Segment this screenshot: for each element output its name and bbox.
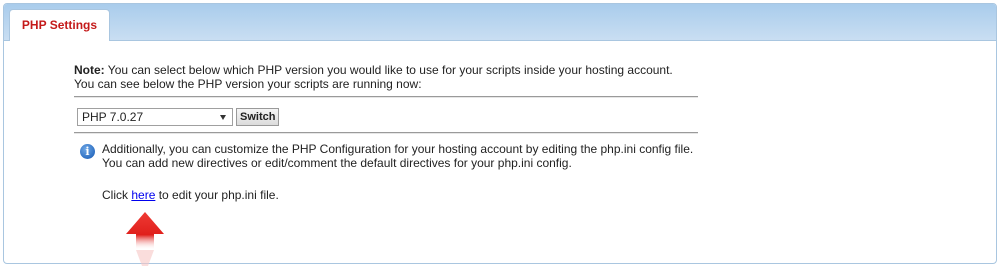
chevron-down-icon xyxy=(220,115,226,120)
info-line-1: Additionally, you can customize the PHP … xyxy=(102,142,694,156)
php-version-selected: PHP 7.0.27 xyxy=(82,110,144,124)
note-text: Note: You can select below which PHP ver… xyxy=(74,63,698,77)
note-label: Note: xyxy=(74,63,105,77)
info-message: i Additionally, you can customize the PH… xyxy=(74,142,698,202)
red-arrow-up-icon xyxy=(126,212,164,266)
tab-php-settings[interactable]: PHP Settings xyxy=(9,9,110,41)
edit-php-ini-link[interactable]: here xyxy=(131,188,155,202)
switch-button[interactable]: Switch xyxy=(236,108,280,126)
edit-php-ini-line: Click here to edit your php.ini file. xyxy=(102,188,698,202)
click-suffix: to edit your php.ini file. xyxy=(155,188,279,202)
php-version-row: PHP 7.0.27 Switch xyxy=(77,108,698,126)
tab-bar xyxy=(4,4,996,41)
php-settings-content: Note: You can select below which PHP ver… xyxy=(74,63,698,202)
info-line-2: You can add new directives or edit/comme… xyxy=(102,156,572,170)
info-icon: i xyxy=(80,144,95,159)
divider xyxy=(74,132,698,134)
php-version-select[interactable]: PHP 7.0.27 xyxy=(77,108,233,126)
note-line-1: You can select below which PHP version y… xyxy=(104,63,673,77)
divider xyxy=(74,96,698,98)
click-prefix: Click xyxy=(102,188,132,202)
note-line-2: You can see below the PHP version your s… xyxy=(74,77,422,91)
